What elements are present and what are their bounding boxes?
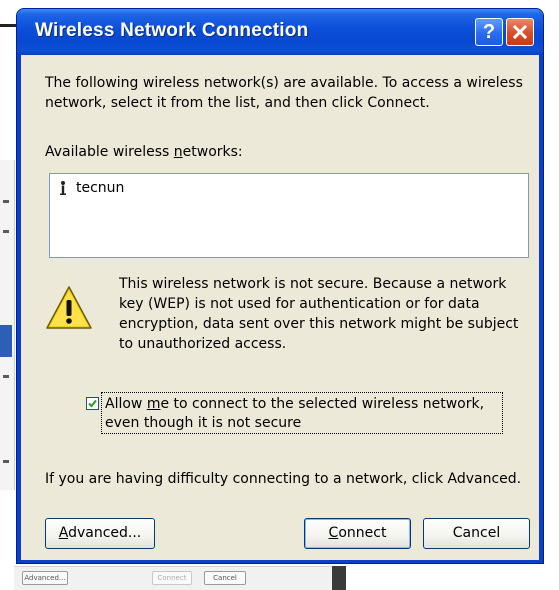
background-dark-block [332,566,346,590]
advanced-button[interactable]: Advanced... [45,518,155,549]
list-item[interactable]: tecnun [52,177,526,199]
window-title: Wireless Network Connection [35,20,309,41]
background-edge [0,24,16,27]
background-connect-button: Connect [152,571,192,585]
background-mark [3,200,9,203]
screen: Advanced... Connect Cancel Wireless Netw… [0,0,559,590]
network-name: tecnun [76,180,125,196]
advanced-hint-text: If you are having difficulty connecting … [45,471,522,487]
help-icon: ? [482,21,496,43]
background-mark [3,375,9,378]
warning-icon [45,285,93,331]
available-networks-label: Available wireless networks: [45,144,243,160]
background-mark [3,460,9,463]
security-warning-text: This wireless network is not secure. Bec… [119,276,519,352]
wireless-network-icon [52,177,74,199]
background-mark [3,230,9,233]
close-button[interactable] [506,18,534,46]
background-advanced-button: Advanced... [22,571,68,585]
dialog-body: The following wireless network(s) are av… [21,55,539,560]
network-list[interactable]: tecnun [49,173,529,258]
title-bar[interactable]: Wireless Network Connection ? [17,9,543,55]
checkmark-icon [88,399,97,408]
help-button[interactable]: ? [475,18,503,46]
background-cancel-button: Cancel [204,571,246,585]
allow-label-part: e to connect to the selected wireless ne… [105,396,485,431]
wireless-connection-dialog: Wireless Network Connection ? The follow… [16,8,544,564]
connect-label: onnect [338,525,387,541]
background-blue-panel [0,325,12,357]
available-label-accesskey: n [173,144,183,160]
cancel-button[interactable]: Cancel [423,518,530,549]
close-icon [513,25,527,39]
connect-accesskey: C [328,525,339,541]
allow-insecure-option[interactable]: Allow me to connect to the selected wire… [86,392,503,434]
advanced-accesskey: A [58,525,69,541]
allow-label-accesskey: m [146,396,161,412]
allow-insecure-checkbox[interactable] [86,397,99,410]
advanced-label: dvanced... [68,525,142,541]
connect-button[interactable]: Connect [304,518,411,549]
available-label-part: Available wireless [45,144,174,160]
available-label-part: etworks: [182,144,243,160]
intro-text: The following wireless network(s) are av… [45,75,523,111]
allow-label-part: Allow [105,396,147,412]
allow-insecure-label: Allow me to connect to the selected wire… [105,395,501,433]
